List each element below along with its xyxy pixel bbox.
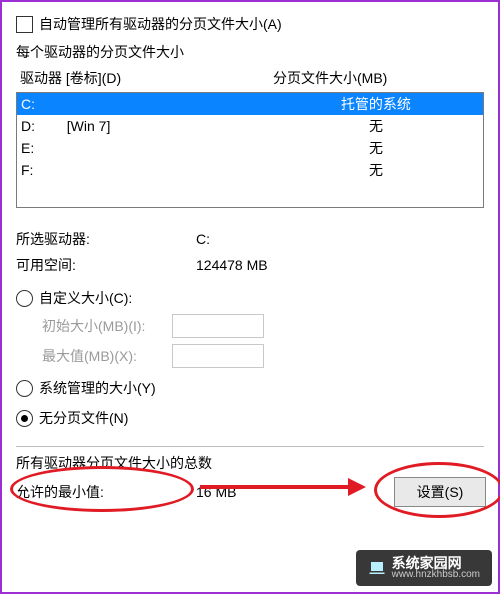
free-space-label: 可用空间: (16, 252, 196, 278)
min-allowed-label: 允许的最小值: (16, 479, 196, 505)
free-space-value: 124478 MB (196, 252, 484, 278)
drive-row[interactable]: C: 托管的系统 (17, 93, 483, 115)
opt-custom-radio[interactable] (16, 290, 33, 307)
auto-manage-checkbox[interactable] (16, 16, 33, 33)
drive-row[interactable]: D:[Win 7]无 (17, 115, 483, 137)
per-drive-group-label: 每个驱动器的分页文件大小 (16, 42, 484, 62)
opt-custom-label: 自定义大小(C): (39, 288, 132, 308)
col-drive-header: 驱动器 [卷标](D) (20, 68, 273, 88)
drive-size: 无 (273, 115, 479, 137)
opt-system-radio[interactable] (16, 380, 33, 397)
drive-volume: [Win 7] (67, 115, 273, 137)
watermark: 系统家园网 www.hnzkhbsb.com (356, 550, 492, 586)
drive-row[interactable]: F: 无 (17, 159, 483, 181)
auto-manage-row[interactable]: 自动管理所有驱动器的分页文件大小(A) (16, 14, 484, 34)
initial-size-input[interactable] (172, 314, 264, 338)
set-button[interactable]: 设置(S) (394, 477, 486, 507)
col-size-header: 分页文件大小(MB) (273, 68, 480, 88)
drive-size: 无 (273, 159, 479, 181)
watermark-icon (368, 559, 386, 577)
opt-none-row[interactable]: 无分页文件(N) (16, 408, 484, 428)
drive-volume (67, 159, 273, 181)
divider (16, 446, 484, 447)
opt-system-label: 系统管理的大小(Y) (39, 378, 156, 398)
drive-letter: F: (21, 159, 67, 181)
set-button-label: 设置(S) (417, 482, 464, 502)
opt-none-label: 无分页文件(N) (39, 408, 128, 428)
selected-drive-value: C: (196, 226, 484, 252)
opt-none-radio[interactable] (16, 410, 33, 427)
drive-size: 托管的系统 (273, 93, 479, 115)
drive-row[interactable]: E: 无 (17, 137, 483, 159)
watermark-url: www.hnzkhbsb.com (392, 570, 480, 580)
selected-drive-label: 所选驱动器: (16, 226, 196, 252)
drive-letter: C: (21, 93, 67, 115)
drive-letter: E: (21, 137, 67, 159)
drive-size: 无 (273, 137, 479, 159)
max-size-input[interactable] (172, 344, 264, 368)
drive-list[interactable]: C:托管的系统D:[Win 7]无E:无F:无 (16, 92, 484, 208)
opt-custom-row[interactable]: 自定义大小(C): (16, 288, 484, 308)
opt-system-row[interactable]: 系统管理的大小(Y) (16, 378, 484, 398)
max-size-label: 最大值(MB)(X): (42, 346, 172, 366)
totals-label: 所有驱动器分页文件大小的总数 (16, 453, 484, 473)
watermark-text: 系统家园网 (392, 556, 480, 570)
initial-size-label: 初始大小(MB)(I): (42, 316, 172, 336)
drive-volume (67, 137, 273, 159)
auto-manage-label: 自动管理所有驱动器的分页文件大小(A) (39, 14, 282, 34)
drive-letter: D: (21, 115, 67, 137)
drive-volume (67, 93, 273, 115)
drive-list-headers: 驱动器 [卷标](D) 分页文件大小(MB) (16, 68, 484, 88)
